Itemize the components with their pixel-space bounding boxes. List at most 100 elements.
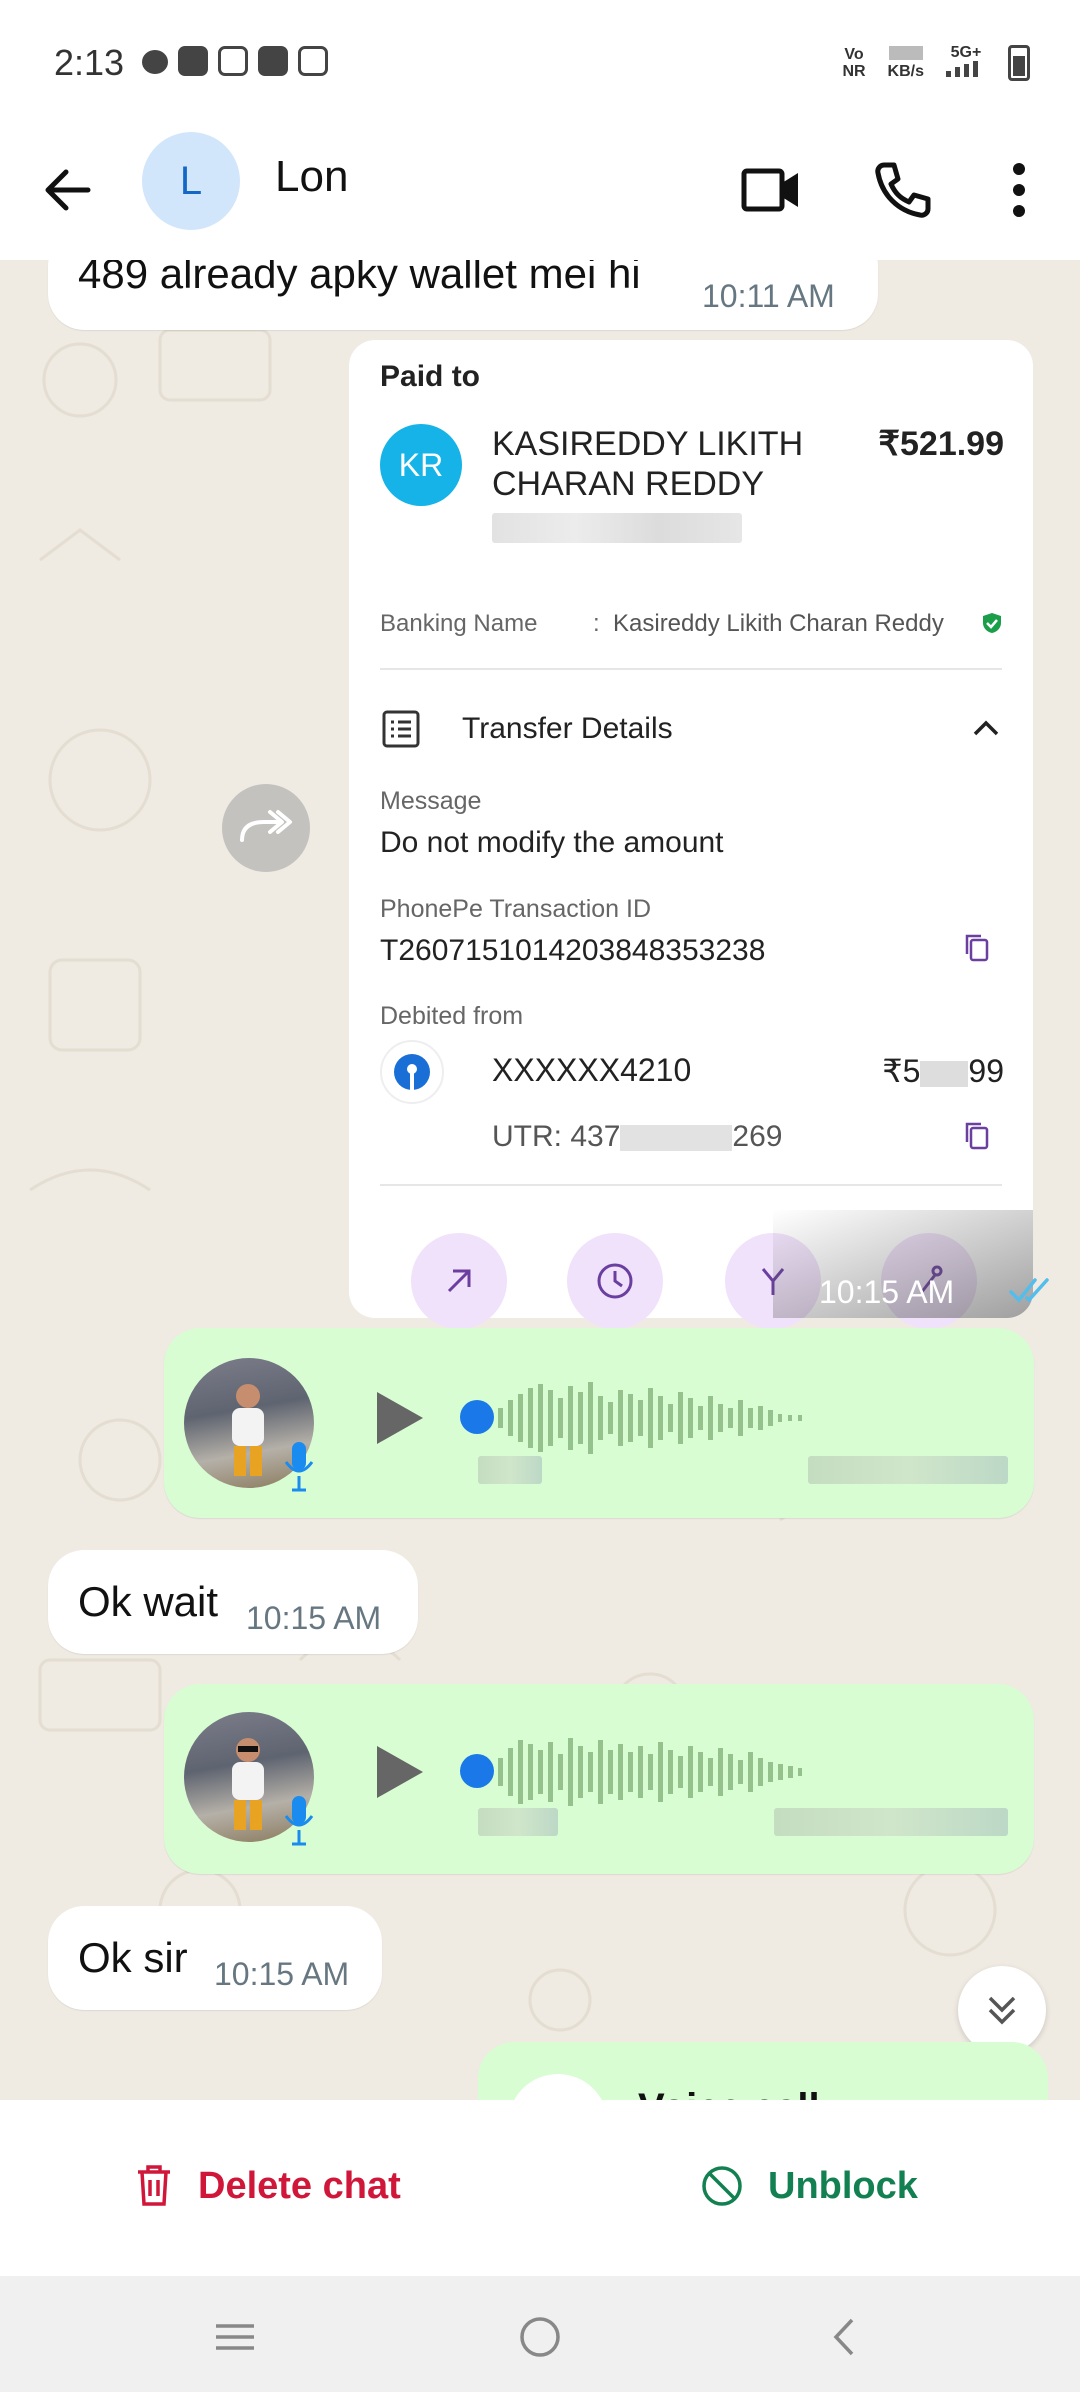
message-text: Ok sir bbox=[78, 1934, 188, 1981]
divider bbox=[380, 1184, 1002, 1186]
contact-avatar[interactable]: L bbox=[142, 132, 240, 230]
speed-value-blurred bbox=[888, 45, 923, 60]
play-icon[interactable] bbox=[369, 1742, 429, 1802]
signal-indicator: 5G+ bbox=[946, 44, 986, 81]
debited-from-label: Debited from bbox=[380, 1002, 524, 1030]
debited-amount-head: ₹5 bbox=[882, 1053, 921, 1089]
volte-text: Vo bbox=[844, 45, 864, 63]
message-time: 10:15 AM bbox=[246, 1600, 382, 1636]
forward-button[interactable] bbox=[222, 784, 310, 872]
verified-shield-icon bbox=[983, 613, 1001, 633]
block-icon bbox=[702, 2166, 742, 2206]
message-text: 489 already apky wallet mei hi bbox=[78, 260, 641, 297]
waveform bbox=[498, 1382, 802, 1454]
debited-amount-tail: 99 bbox=[968, 1053, 1004, 1089]
notification-icons bbox=[142, 46, 328, 76]
copy-utr-icon[interactable] bbox=[961, 1120, 993, 1152]
unblock-button[interactable]: Unblock bbox=[700, 2164, 918, 2208]
message-time: 10:11 AM bbox=[702, 278, 835, 314]
account-number: XXXXXX4210 bbox=[492, 1052, 692, 1088]
scroll-to-bottom-button[interactable] bbox=[958, 1966, 1046, 2054]
delete-chat-label: Delete chat bbox=[198, 2164, 401, 2207]
message-bubble-incoming[interactable]: 489 already apky wallet mei hi 10:11 AM bbox=[48, 260, 878, 330]
back-nav-icon[interactable] bbox=[820, 2312, 870, 2362]
payment-receipt-card[interactable]: Paid to KR KASIREDDY LIKITH CHARAN REDDY… bbox=[349, 340, 1049, 1329]
message-time: 10:15 AM bbox=[214, 1956, 350, 1992]
banking-name-colon: : bbox=[593, 610, 600, 637]
message-bubble-incoming[interactable]: Ok wait 10:15 AM bbox=[48, 1550, 418, 1654]
payee-name: KASIREDDY LIKITH CHARAN REDDY bbox=[492, 425, 804, 503]
receipt-list-icon bbox=[382, 710, 420, 748]
mic-icon bbox=[284, 1442, 314, 1492]
message-label: Message bbox=[380, 787, 482, 815]
recent-apps-icon[interactable] bbox=[210, 2312, 260, 2362]
waveform bbox=[498, 1738, 802, 1806]
copy-icon[interactable] bbox=[961, 932, 993, 964]
duration-blurred bbox=[478, 1808, 558, 1836]
app-notification-icon-2 bbox=[258, 46, 288, 76]
chevron-up-icon[interactable] bbox=[969, 712, 1003, 746]
avatar-letter: L bbox=[179, 158, 203, 203]
volte-indicator: Vo NR bbox=[842, 46, 865, 80]
read-receipt-icon bbox=[1009, 1278, 1049, 1303]
playback-position-dot[interactable] bbox=[460, 1754, 494, 1788]
message-value: Do not modify the amount bbox=[380, 826, 724, 859]
nr-text: NR bbox=[842, 62, 866, 80]
phone-icon[interactable] bbox=[868, 155, 938, 225]
payee-upi-blurred bbox=[492, 513, 742, 543]
payee-initials: KR bbox=[398, 446, 444, 483]
contact-name[interactable]: Lon bbox=[275, 152, 348, 202]
home-icon[interactable] bbox=[515, 2312, 565, 2362]
send-again-button[interactable] bbox=[411, 1233, 507, 1329]
mic-icon bbox=[284, 1796, 314, 1846]
divider bbox=[380, 668, 1002, 670]
duration-blurred bbox=[478, 1456, 542, 1484]
debited-amount: ₹5 99 bbox=[882, 1052, 1004, 1090]
voice-call-label: Voice call bbox=[638, 2086, 820, 2100]
chat-header: L Lon bbox=[0, 130, 1080, 260]
banking-name-value: Kasireddy Likith Charan Reddy bbox=[613, 610, 944, 637]
signal-bars-icon bbox=[946, 61, 978, 77]
unblock-label: Unblock bbox=[768, 2164, 918, 2207]
clock-icon bbox=[597, 1263, 633, 1299]
system-nav-bar bbox=[0, 2276, 1080, 2392]
timestamp-blurred bbox=[808, 1456, 1008, 1484]
status-right: Vo NR KB/s 5G+ bbox=[842, 44, 1030, 81]
back-arrow-icon[interactable] bbox=[38, 160, 98, 220]
debited-amount-blurred bbox=[920, 1060, 969, 1087]
message-text: Ok wait bbox=[78, 1578, 219, 1625]
message-bubble-incoming[interactable]: Ok sir 10:15 AM bbox=[48, 1906, 382, 2010]
message-time: 10:15 AM bbox=[819, 1274, 955, 1310]
app-notification-icon-3 bbox=[298, 46, 328, 76]
transaction-id-value: T2607151014203848353238 bbox=[380, 934, 766, 967]
double-chevron-down-icon bbox=[988, 1996, 1016, 2025]
video-call-icon[interactable] bbox=[736, 155, 806, 225]
utr-suffix: 269 bbox=[732, 1120, 783, 1153]
delete-chat-button[interactable]: Delete chat bbox=[134, 2164, 401, 2208]
timestamp-blurred bbox=[774, 1808, 1008, 1836]
play-icon[interactable] bbox=[369, 1388, 429, 1448]
speed-unit: KB/s bbox=[887, 62, 924, 80]
utr-value: UTR: 437 269 bbox=[492, 1120, 782, 1154]
app-notification-icon bbox=[178, 46, 208, 76]
status-bar: 2:13 Vo NR KB/s 5G+ bbox=[0, 0, 1080, 130]
chat-notification-icon bbox=[142, 50, 168, 74]
blocked-contact-actions: Delete chat Unblock bbox=[0, 2100, 1080, 2276]
transfer-details-label[interactable]: Transfer Details bbox=[462, 712, 673, 746]
chat-area[interactable]: 489 already apky wallet mei hi 10:11 AM … bbox=[0, 260, 1080, 2100]
voice-message-outgoing[interactable] bbox=[164, 1328, 1034, 1518]
more-vert-icon[interactable] bbox=[984, 155, 1054, 225]
voice-message-outgoing[interactable] bbox=[164, 1684, 1034, 1874]
transaction-id-label: PhonePe Transaction ID bbox=[380, 895, 651, 923]
payee-avatar: KR bbox=[380, 424, 462, 506]
paid-to-label: Paid to bbox=[380, 360, 481, 393]
playback-position-dot[interactable] bbox=[460, 1400, 494, 1434]
voice-call-bubble[interactable]: Voice call bbox=[478, 2042, 1048, 2100]
profile-photo bbox=[232, 1738, 264, 1830]
utr-blurred bbox=[620, 1125, 733, 1152]
history-button[interactable] bbox=[567, 1233, 663, 1329]
arrow-up-right-icon bbox=[447, 1269, 471, 1293]
banking-name-label: Banking Name bbox=[380, 610, 538, 637]
network-speed: KB/s bbox=[887, 45, 924, 80]
sbi-logo-icon bbox=[394, 1054, 430, 1090]
